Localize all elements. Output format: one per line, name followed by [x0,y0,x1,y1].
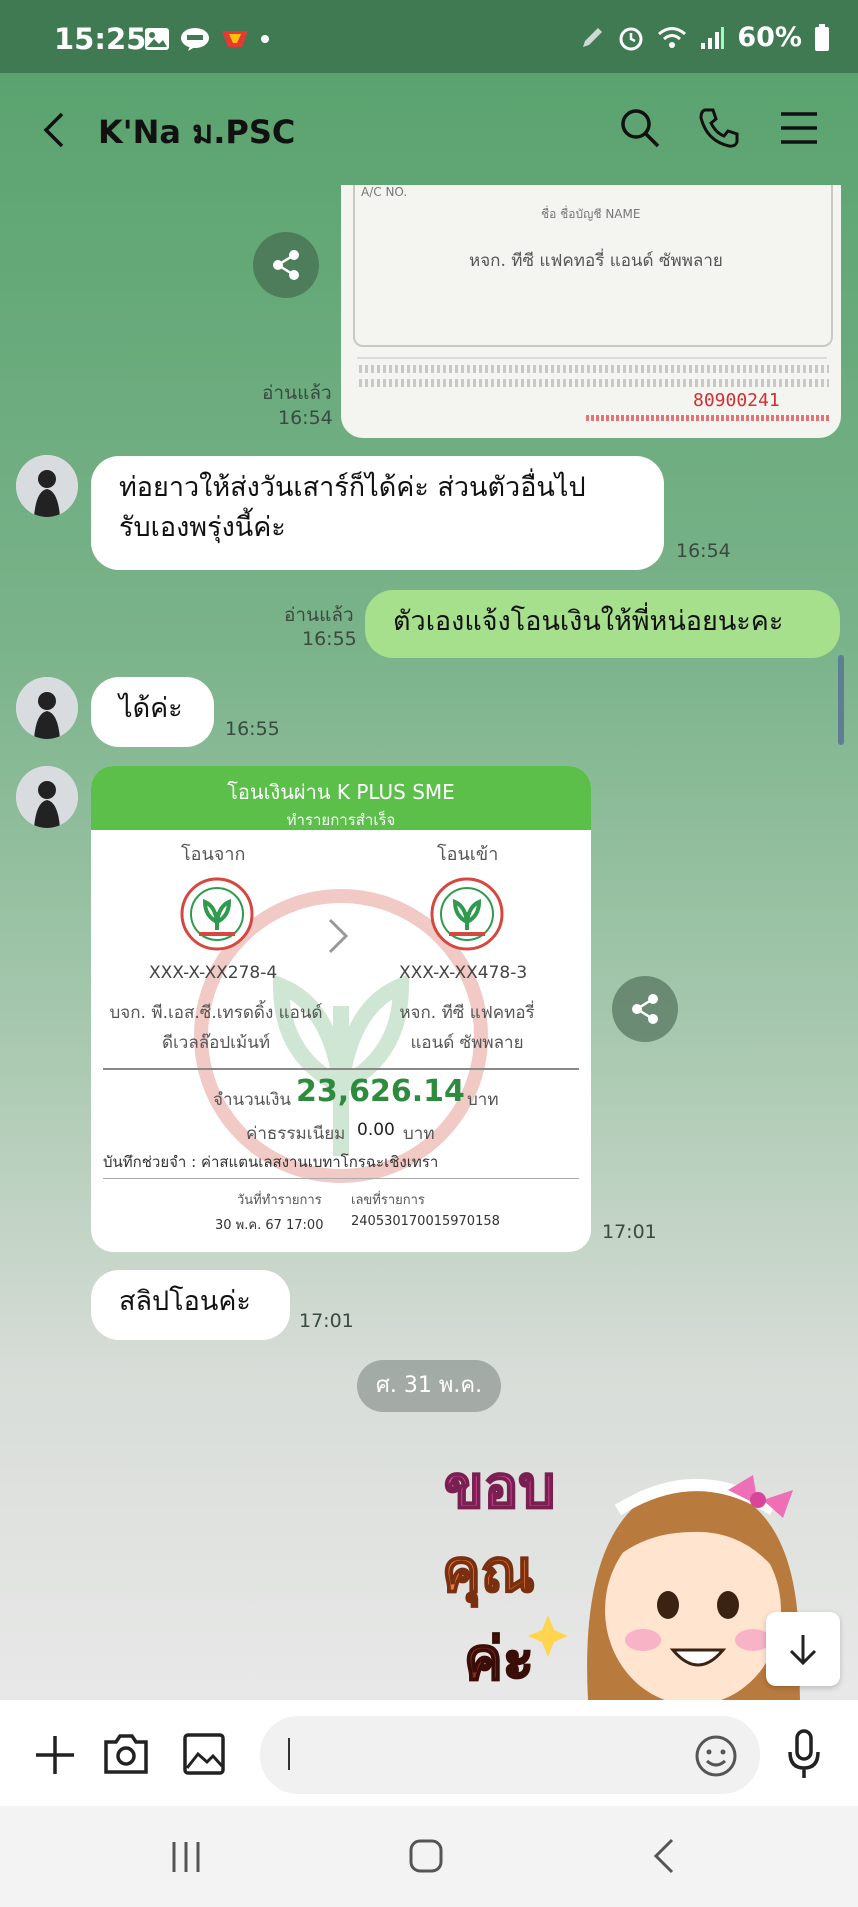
to-label: โอนเข้า [437,844,499,865]
divider [357,357,827,359]
message-input[interactable] [260,1716,760,1794]
share-button[interactable] [253,232,319,298]
menu-icon[interactable] [777,106,821,150]
text-cursor [288,1738,290,1770]
scrollbar[interactable] [838,655,844,745]
transaction-ref: 240530170015970158 [351,1214,500,1229]
account-name: หจก. ทีซี แฟคทอรี่ แอนด์ ซัพพลาย [469,251,723,271]
red-fine-print [586,415,831,421]
message-time: 16:55 [225,718,280,740]
ref-label: เลขที่รายการ [351,1193,425,1208]
microphone-icon[interactable] [786,1728,822,1780]
recent-apps-icon[interactable] [168,1840,204,1874]
avatar-photo [16,766,78,828]
message-time: 17:01 [602,1221,657,1243]
avatar[interactable] [16,677,78,739]
gallery-icon [145,28,169,50]
avatar-photo [16,677,78,739]
chevron-right-icon [328,918,349,954]
kbank-logo-icon [430,877,504,951]
slip-divider [103,1068,579,1070]
from-account: XXX-X-XX278-4 [149,963,278,983]
to-account: XXX-X-XX478-3 [399,963,528,983]
to-name: หจก. ทีซี แฟคทอรี่ แอนด์ ซัพพลาย [399,1003,535,1053]
nav-back-icon[interactable] [652,1838,676,1874]
from-name: บจก. พี.เอส.ซี.เทรดดิ้ง แอนด์ ดีเวลล๊อปเ… [109,1003,323,1053]
back-arrow-icon[interactable] [38,112,74,148]
avatar[interactable] [16,455,78,517]
sticker-text-1: ขอบ [443,1452,556,1522]
transfer-slip-image[interactable]: โอนเงินผ่าน K PLUS SME ทำรายการสำเร็จ โอ… [91,766,591,1252]
read-receipt: อ่านแล้ว [284,604,354,626]
message-time: 17:01 [299,1310,354,1332]
fee-label: ค่าธรรมเนียม [246,1124,346,1144]
image-icon[interactable] [182,1732,226,1776]
share-icon [632,994,658,1024]
fee-currency: บาท [403,1124,435,1144]
plus-icon[interactable] [34,1734,76,1776]
message-bubble[interactable]: ท่อยาวให้ส่งวันเสาร์ก็ได้ค่ะ ส่วนตัวอื่น… [91,456,664,570]
fine-print [359,379,829,387]
search-icon[interactable] [618,106,662,150]
pen-icon [583,27,603,47]
memo: บันทึกช่วยจำ : ค่าสแตนเลสงานเบทาโกรฉะเชิ… [103,1153,439,1171]
date-divider: ศ. 31 พ.ค. [357,1360,501,1412]
status-time: 15:25 [54,22,147,56]
slip-title: โอนเงินผ่าน K PLUS SME [227,780,455,804]
message-time: 16:54 [676,540,731,562]
sticker-text-2: คุณ [441,1536,536,1606]
message-bubble-outgoing[interactable]: ตัวเองแจ้งโอนเงินให้พี่หน่อยนะคะ [365,590,840,658]
shared-image-bankbook[interactable]: A/C NO. ชื่อ ชื่อบัญชี NAME หจก. ทีซี แฟ… [341,185,841,438]
arrow-down-icon [789,1635,817,1666]
signal-icon [701,26,725,49]
scroll-to-bottom-button[interactable] [766,1612,840,1686]
name-label: ชื่อ ชื่อบัญชี NAME [541,207,641,221]
message-time: 16:55 [302,628,357,650]
status-right: 60% [579,22,830,53]
app-notification-icon [222,31,248,47]
from-label: โอนจาก [181,844,246,865]
battery-icon [815,23,829,51]
chat-title: K'Na ม.PSC [98,113,296,151]
message-bubble[interactable]: ได้ค่ะ [91,677,214,747]
date-label: วันที่ทำรายการ [237,1193,322,1208]
amount-currency: บาท [467,1090,499,1110]
sticker-text-3: ค่ะ [463,1624,535,1694]
share-button[interactable] [612,976,678,1042]
message-time: 16:54 [278,407,333,429]
avatar-photo [16,455,78,517]
battery-percent: 60% [737,22,802,53]
home-icon[interactable] [408,1838,444,1874]
alarm-icon [619,27,643,50]
kbank-logo-icon [180,877,254,951]
emoji-icon[interactable] [694,1734,738,1778]
fee-value: 0.00 [357,1120,395,1140]
message-bubble[interactable]: สลิปโอนค่ะ [91,1270,290,1340]
amount-value: 23,626.14 [296,1074,465,1109]
line-app-icon [181,28,209,51]
ac-no-label: A/C NO. [361,185,408,199]
fine-print [359,365,829,373]
thank-you-sticker[interactable]: ขอบ คุณ ค่ะ [428,1440,808,1705]
more-dot-icon [261,35,269,43]
status-bar: 15:25 60% [0,0,858,73]
phone-call-icon[interactable] [697,106,741,150]
slip-subtitle: ทำรายการสำเร็จ [286,811,396,829]
slip-divider [103,1178,579,1179]
slip-header: โอนเงินผ่าน K PLUS SME ทำรายการสำเร็จ [91,766,591,830]
wifi-icon [658,26,687,48]
bankbook-number: 80900241 [693,390,780,411]
amount-label: จำนวนเงิน [213,1090,292,1110]
camera-icon[interactable] [102,1732,150,1776]
transaction-date: 30 พ.ค. 67 17:00 [215,1218,324,1233]
share-icon [273,250,299,280]
avatar[interactable] [16,766,78,828]
read-receipt: อ่านแล้ว [262,382,332,404]
notification-icons [144,27,270,51]
